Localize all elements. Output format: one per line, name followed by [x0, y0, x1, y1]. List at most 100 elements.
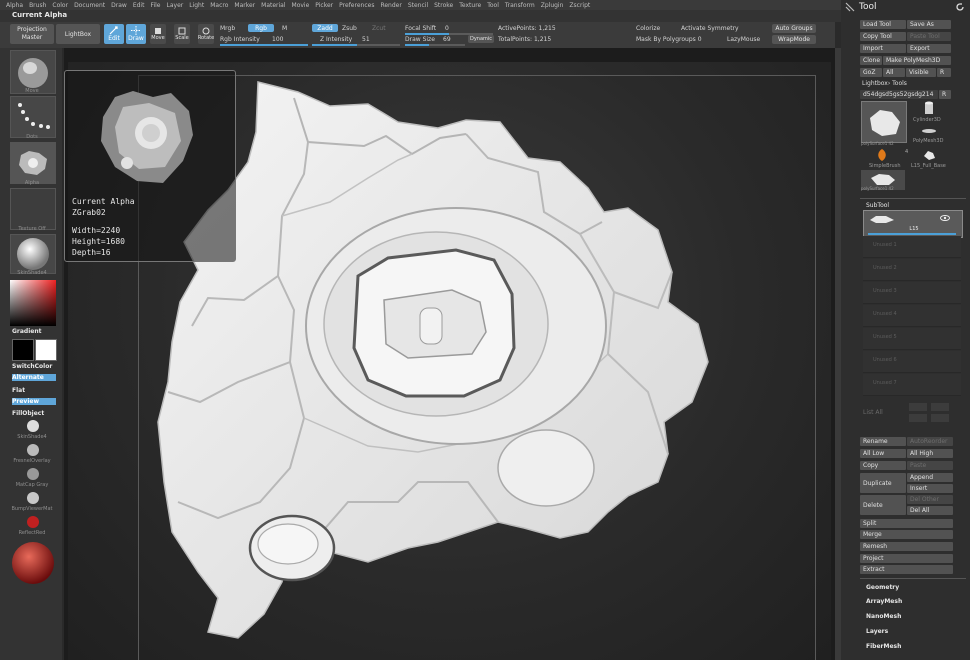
export-button[interactable]: Export [907, 44, 951, 53]
move-down-button[interactable] [909, 414, 927, 422]
menu-item-light[interactable]: Light [189, 2, 204, 9]
simplebrush-icon[interactable] [875, 148, 889, 162]
menu-item-render[interactable]: Render [380, 2, 401, 9]
lazymouse-button[interactable]: LazyMouse [727, 36, 760, 43]
move-top-button[interactable] [931, 403, 949, 411]
all-high-button[interactable]: All High [907, 449, 953, 458]
menu-item-picker[interactable]: Picker [315, 2, 333, 9]
save-as-button[interactable]: Save As [907, 20, 951, 29]
skinshade-sphere-icon[interactable] [26, 419, 40, 433]
goz-button[interactable]: GoZ [860, 68, 882, 77]
wrapmode-button[interactable]: WrapMode [772, 35, 816, 44]
geometry-section[interactable]: Geometry [866, 584, 899, 591]
projection-master-button[interactable]: Projection Master [10, 24, 54, 44]
r2-button[interactable]: R [939, 90, 951, 99]
extract-button[interactable]: Extract [860, 565, 953, 574]
paste-button[interactable]: Paste [907, 461, 953, 470]
menu-item-draw[interactable]: Draw [111, 2, 127, 9]
menu-item-edit[interactable]: Edit [133, 2, 145, 9]
zsub-button[interactable]: Zsub [342, 25, 357, 32]
stroke-thumbnail[interactable] [10, 96, 56, 138]
del-other-button[interactable]: Del Other [907, 495, 953, 504]
menu-item-marker[interactable]: Marker [234, 2, 255, 9]
alpha-thumbnail[interactable] [10, 142, 56, 184]
clone-button[interactable]: Clone [860, 56, 882, 65]
copy-tool-button[interactable]: Copy Tool [860, 32, 906, 41]
menu-item-material[interactable]: Material [261, 2, 285, 9]
secondary-color-swatch[interactable] [12, 339, 34, 361]
all-button[interactable]: All [883, 68, 905, 77]
make-polymesh-button[interactable]: Make PolyMesh3D [883, 56, 951, 65]
activate-symmetry-button[interactable]: Activate Symmetry [681, 25, 739, 32]
all-low-button[interactable]: All Low [860, 449, 906, 458]
menu-item-movie[interactable]: Movie [292, 2, 310, 9]
subtool-slot-5[interactable]: Unused 5 [863, 328, 961, 350]
color-picker[interactable] [10, 280, 56, 326]
flat-button[interactable]: Flat [12, 387, 25, 394]
draw-size-slider[interactable] [405, 44, 465, 46]
del-all-button[interactable]: Del All [907, 506, 953, 515]
delete-button[interactable]: Delete [860, 495, 906, 515]
lightbox-tools-label[interactable]: Lightbox› Tools [862, 80, 907, 87]
l15-full-base-icon[interactable] [921, 148, 937, 162]
texture-thumbnail[interactable] [10, 188, 56, 230]
dynamic-button[interactable]: Dynamic [468, 35, 494, 43]
m-button[interactable]: M [282, 25, 287, 32]
subtool-active-row[interactable]: L15 [863, 210, 963, 238]
mrgb-button[interactable]: Mrgb [220, 25, 235, 32]
copy-button[interactable]: Copy [860, 461, 906, 470]
menu-item-file[interactable]: File [150, 2, 160, 9]
fresnel-sphere-icon[interactable] [26, 443, 40, 457]
menu-item-document[interactable]: Document [74, 2, 105, 9]
menu-item-brush[interactable]: Brush [29, 2, 46, 9]
tool-thumb-polysurface[interactable] [861, 101, 907, 143]
fillobject-button[interactable]: FillObject [12, 410, 44, 417]
colorize-button[interactable]: Colorize [636, 25, 660, 32]
remesh-button[interactable]: Remesh [860, 542, 953, 551]
palette-grip-icon[interactable] [845, 2, 855, 12]
project-button[interactable]: Project [860, 554, 953, 563]
edit-button[interactable]: Edit [104, 24, 124, 44]
cylinder-icon[interactable] [921, 100, 937, 116]
zadd-button[interactable]: Zadd [312, 24, 338, 32]
rgb-intensity-slider[interactable] [220, 44, 308, 46]
active-material-sphere-icon[interactable] [10, 540, 56, 586]
visible-button[interactable]: Visible [906, 68, 936, 77]
subtool-slot-7[interactable]: Unused 7 [863, 374, 961, 396]
duplicate-button[interactable]: Duplicate [860, 473, 906, 493]
menu-item-macro[interactable]: Macro [210, 2, 228, 9]
rotate-button[interactable]: Rotate [198, 24, 214, 44]
menu-item-tool[interactable]: Tool [487, 2, 499, 9]
fibermesh-section[interactable]: FiberMesh [866, 643, 901, 650]
r-button[interactable]: R [937, 68, 951, 77]
split-button[interactable]: Split [860, 519, 953, 528]
polymesh-icon[interactable] [921, 126, 937, 136]
subtool-slot-4[interactable]: Unused 4 [863, 305, 961, 327]
list-all-button[interactable]: List All [863, 409, 883, 416]
menu-item-layer[interactable]: Layer [167, 2, 184, 9]
subtool-slot-3[interactable]: Unused 3 [863, 282, 961, 304]
switchcolor-button[interactable]: SwitchColor [12, 363, 52, 370]
auto-groups-button[interactable]: Auto Groups [772, 24, 816, 33]
menu-item-zscript[interactable]: Zscript [569, 2, 590, 9]
subtool-slot-2[interactable]: Unused 2 [863, 259, 961, 281]
subtool-slot-1[interactable]: Unused 1 [863, 236, 961, 258]
move-up-button[interactable] [909, 403, 927, 411]
preview-button[interactable]: Preview [12, 398, 56, 405]
import-button[interactable]: Import [860, 44, 906, 53]
alternate-button[interactable]: Alternate [12, 374, 56, 381]
zcut-button[interactable]: Zcut [372, 25, 386, 32]
material-thumbnail[interactable] [10, 234, 56, 274]
reflectred-sphere-icon[interactable] [26, 515, 40, 529]
subtool-header[interactable]: SubTool [866, 202, 889, 209]
menu-item-stroke[interactable]: Stroke [434, 2, 453, 9]
z-intensity-slider[interactable] [312, 44, 400, 46]
append-button[interactable]: Append [907, 473, 953, 482]
move-bottom-button[interactable] [931, 414, 949, 422]
menu-item-transform[interactable]: Transform [505, 2, 535, 9]
menu-item-zplugin[interactable]: Zplugin [541, 2, 564, 9]
menu-item-preferences[interactable]: Preferences [339, 2, 374, 9]
autoreorder-button[interactable]: AutoReorder [907, 437, 953, 446]
merge-button[interactable]: Merge [860, 530, 953, 539]
menu-item-texture[interactable]: Texture [459, 2, 481, 9]
